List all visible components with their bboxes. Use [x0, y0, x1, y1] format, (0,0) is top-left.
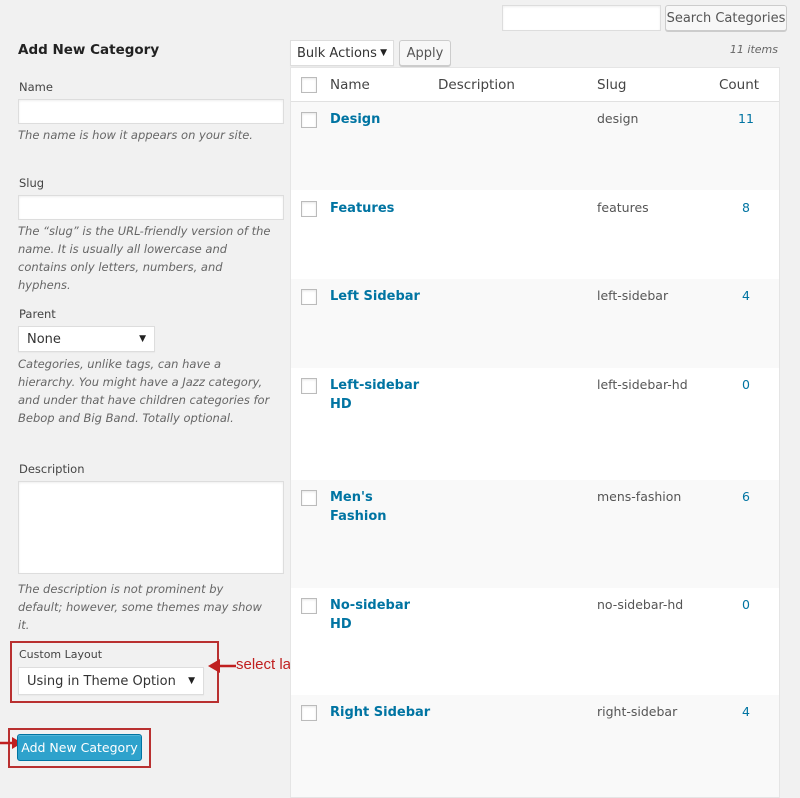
caret-down-icon: ▼	[380, 48, 387, 58]
row-checkbox[interactable]	[301, 705, 317, 721]
table-header: Name Description Slug Count	[291, 68, 779, 102]
search-categories-button[interactable]: Search Categories	[665, 5, 787, 31]
bulk-actions-select[interactable]: Bulk Actions ▼	[290, 40, 394, 66]
row-checkbox[interactable]	[301, 378, 317, 394]
category-count-link[interactable]: 4	[731, 288, 761, 303]
category-slug: left-sidebar-hd	[597, 377, 688, 392]
row-checkbox[interactable]	[301, 112, 317, 128]
table-row: No-sidebar HD no-sidebar-hd 0	[291, 588, 779, 695]
category-count-link[interactable]: 6	[731, 489, 761, 504]
category-name-link[interactable]: Left-sidebar HD	[330, 376, 420, 414]
caret-down-icon: ▼	[188, 676, 195, 686]
category-slug: features	[597, 200, 649, 215]
description-help: The description is not prominent by defa…	[18, 582, 262, 632]
custom-layout-label: Custom Layout	[19, 648, 103, 661]
custom-layout-value: Using in Theme Option	[27, 673, 176, 689]
caret-down-icon: ▼	[139, 334, 146, 344]
name-label: Name	[19, 80, 53, 94]
table-row: Right Sidebar right-sidebar 4	[291, 695, 779, 797]
category-count-link[interactable]: 11	[731, 111, 761, 126]
category-slug: right-sidebar	[597, 704, 678, 719]
column-slug[interactable]: Slug	[597, 77, 626, 93]
category-name-link[interactable]: Men's Fashion	[330, 488, 420, 526]
category-slug: design	[597, 111, 639, 126]
description-textarea[interactable]	[18, 481, 284, 574]
category-count-link[interactable]: 0	[731, 597, 761, 612]
row-checkbox[interactable]	[301, 490, 317, 506]
category-name-link[interactable]: Left Sidebar	[330, 287, 420, 306]
category-name-link[interactable]: Features	[330, 199, 420, 218]
row-checkbox[interactable]	[301, 598, 317, 614]
category-count-link[interactable]: 4	[731, 704, 761, 719]
categories-table: Name Description Slug Count Design desig…	[290, 67, 780, 798]
parent-help: Categories, unlike tags, can have a hier…	[18, 357, 270, 425]
add-new-category-button[interactable]: Add New Category	[17, 734, 142, 761]
name-field[interactable]	[18, 99, 284, 124]
category-count-link[interactable]: 0	[731, 377, 761, 392]
table-row: Left Sidebar left-sidebar 4	[291, 279, 779, 368]
description-label: Description	[19, 462, 85, 476]
column-count[interactable]: Count	[719, 77, 759, 93]
custom-layout-select[interactable]: Using in Theme Option ▼	[18, 667, 204, 695]
category-slug: mens-fashion	[597, 489, 682, 504]
row-checkbox[interactable]	[301, 201, 317, 217]
bulk-actions-value: Bulk Actions	[297, 45, 377, 61]
form-title: Add New Category	[18, 42, 160, 58]
table-row: Men's Fashion mens-fashion 6	[291, 480, 779, 588]
category-count-link[interactable]: 8	[731, 200, 761, 215]
category-name-link[interactable]: No-sidebar HD	[330, 596, 420, 634]
table-row: Left-sidebar HD left-sidebar-hd 0	[291, 368, 779, 480]
table-row: Design design 11	[291, 102, 779, 190]
items-count: 11 items	[729, 43, 778, 56]
parent-select[interactable]: None ▼	[18, 326, 155, 352]
parent-label: Parent	[19, 307, 56, 321]
parent-select-value: None	[27, 331, 61, 347]
name-help: The name is how it appears on your site.	[18, 128, 253, 142]
category-slug: left-sidebar	[597, 288, 669, 303]
column-name[interactable]: Name	[330, 77, 370, 93]
slug-field[interactable]	[18, 195, 284, 220]
category-name-link[interactable]: Design	[330, 110, 420, 129]
table-row: Features features 8	[291, 190, 779, 279]
annotation-arrow-icon	[208, 659, 236, 673]
apply-button[interactable]: Apply	[399, 40, 451, 66]
row-checkbox[interactable]	[301, 289, 317, 305]
search-input[interactable]	[502, 5, 661, 31]
column-description[interactable]: Description	[438, 77, 515, 93]
slug-label: Slug	[19, 176, 45, 190]
category-name-link[interactable]: Right Sidebar	[330, 703, 450, 722]
slug-help: The “slug” is the URL-friendly version o…	[18, 224, 271, 292]
select-all-checkbox[interactable]	[301, 77, 317, 93]
category-slug: no-sidebar-hd	[597, 597, 684, 612]
